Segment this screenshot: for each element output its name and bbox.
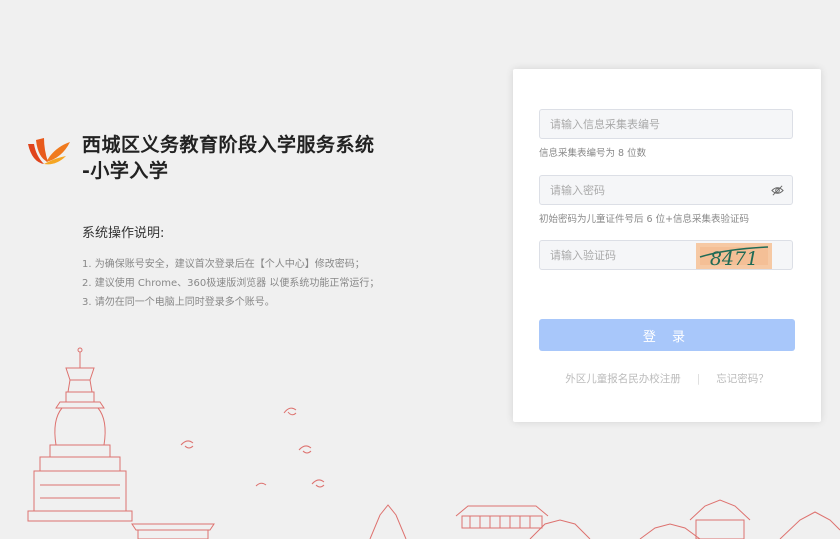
form-number-hint: 信息采集表编号为 8 位数 (539, 148, 647, 159)
title-line-2: -小学入学 (82, 160, 169, 182)
link-separator: | (696, 373, 701, 385)
brand-header: 西城区义务教育阶段入学服务系统 -小学入学 (22, 132, 375, 184)
guide-item: 1. 为确保账号安全，建议首次登录后在【个人中心】修改密码； (82, 259, 365, 270)
title-line-1: 西城区义务教育阶段入学服务系统 (82, 134, 375, 156)
password-field[interactable] (539, 175, 793, 205)
login-button[interactable]: 登 录 (539, 319, 795, 351)
feather-logo-icon (28, 138, 70, 165)
login-card: 信息采集表编号为 8 位数 初始密码为儿童证件号后 6 位+信息采集表验证码 8… (513, 69, 821, 422)
password-input[interactable] (540, 176, 792, 204)
captcha-text: 8471 (710, 248, 758, 269)
guide-item: 2. 建议使用 Chrome、360极速版浏览器 以便系统功能正常运行； (82, 278, 380, 289)
page-title: 西城区义务教育阶段入学服务系统 -小学入学 (82, 132, 375, 184)
operation-guide: 系统操作说明: 1. 为确保账号安全，建议首次登录后在【个人中心】修改密码； 2… (82, 222, 379, 312)
guide-item: 3. 请勿在同一个电脑上同时登录多个账号。 (82, 297, 275, 308)
guide-title: 系统操作说明: (82, 226, 165, 241)
captcha-image[interactable]: 8471 (696, 243, 772, 269)
register-link[interactable]: 外区儿童报名民办校注册 (565, 373, 681, 385)
form-number-field[interactable] (539, 109, 793, 139)
captcha-input[interactable] (540, 241, 690, 269)
captcha-field[interactable]: 8471 (539, 240, 793, 270)
form-number-input[interactable] (540, 110, 792, 138)
eye-slash-icon[interactable] (771, 184, 784, 197)
forgot-password-link[interactable]: 忘记密码？ (716, 373, 769, 385)
footer-links: 外区儿童报名民办校注册 | 忘记密码？ (539, 371, 795, 386)
password-hint: 初始密码为儿童证件号后 6 位+信息采集表验证码 (539, 214, 750, 225)
